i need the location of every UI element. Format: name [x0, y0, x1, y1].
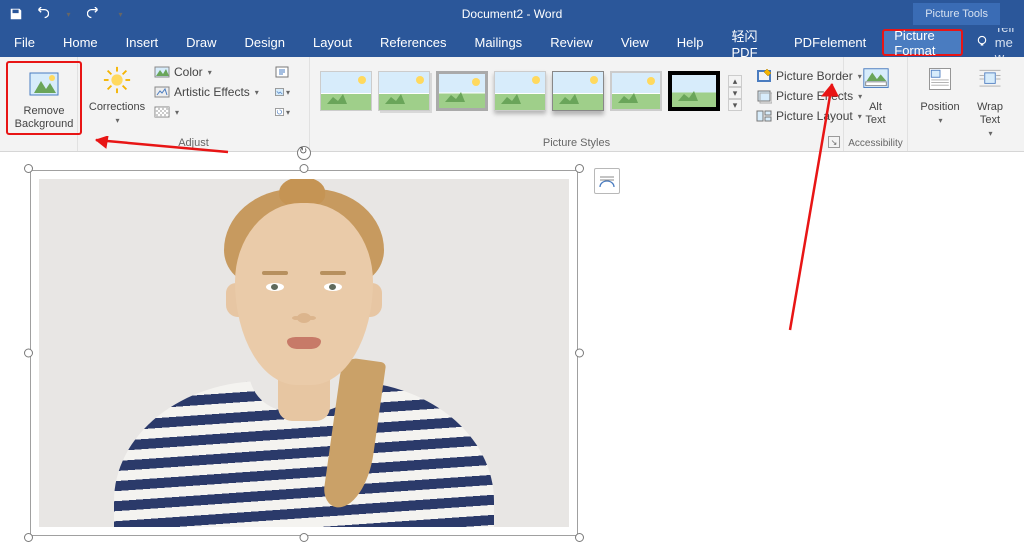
tab-view[interactable]: View — [607, 28, 663, 57]
quick-access-toolbar: ▾ ▾ — [0, 6, 128, 22]
context-tab-container: Picture Tools — [913, 0, 1000, 28]
brightness-icon — [101, 65, 133, 97]
undo-dropdown-icon[interactable]: ▾ — [60, 6, 76, 22]
style-thumb-3[interactable] — [436, 71, 488, 111]
chevron-down-icon: ▾ — [937, 116, 942, 126]
group-arrange: Position ▾ Wrap Text ▾ — [908, 57, 1024, 151]
remove-background-label: Remove Background — [15, 105, 74, 131]
wrap-text-icon — [974, 65, 1006, 97]
color-label: Color — [174, 65, 203, 79]
resize-handle-bl[interactable] — [24, 533, 33, 542]
save-icon[interactable] — [8, 6, 24, 22]
tab-design[interactable]: Design — [231, 28, 299, 57]
reset-picture-icon[interactable]: ▾ — [274, 104, 290, 120]
picture-tools-label: Picture Tools — [913, 3, 1000, 25]
resize-handle-bm[interactable] — [300, 533, 309, 542]
chevron-down-icon: ▾ — [114, 116, 119, 126]
style-thumb-1[interactable] — [320, 71, 372, 111]
highlight-remove-background: Remove Background — [6, 61, 82, 135]
resize-handle-mr[interactable] — [575, 349, 584, 358]
remove-background-icon — [28, 69, 60, 101]
resize-handle-tr[interactable] — [575, 164, 584, 173]
resize-handle-br[interactable] — [575, 533, 584, 542]
position-icon — [924, 65, 956, 97]
style-thumb-6[interactable] — [610, 71, 662, 111]
resize-handle-ml[interactable] — [24, 349, 33, 358]
style-thumb-7[interactable] — [668, 71, 720, 111]
tab-mailings[interactable]: Mailings — [461, 28, 537, 57]
tab-layout[interactable]: Layout — [299, 28, 366, 57]
tab-qspdf[interactable]: 轻闪PDF — [718, 28, 781, 57]
document-title: Document2 - Word — [462, 7, 562, 21]
transparency-button[interactable]: ▾ — [150, 103, 274, 121]
chevron-down-icon: ▾ — [285, 88, 290, 97]
tab-file[interactable]: File — [0, 28, 49, 57]
tab-references[interactable]: References — [366, 28, 460, 57]
remove-background-button[interactable]: Remove Background — [10, 65, 78, 131]
style-thumb-2[interactable] — [378, 71, 430, 111]
chevron-down-icon: ▾ — [254, 88, 259, 97]
artistic-effects-label: Artistic Effects — [174, 85, 250, 99]
group-remove-background: Remove Background — [0, 57, 78, 151]
lightbulb-icon — [975, 34, 989, 51]
annotation-arrow-2 — [716, 70, 916, 340]
chevron-down-icon: ▾ — [174, 108, 179, 117]
tab-picture-format[interactable]: Picture Format — [882, 29, 963, 56]
picture-styles-gallery: ▴ ▾ ▾ — [316, 65, 746, 117]
style-thumb-5[interactable] — [552, 71, 604, 111]
wrap-text-button[interactable]: Wrap Text ▾ — [966, 61, 1014, 139]
position-label: Position — [920, 101, 959, 114]
selected-picture[interactable] — [24, 164, 584, 542]
ribbon-tabs: File Home Insert Draw Design Layout Refe… — [0, 28, 1024, 57]
color-icon — [154, 64, 170, 80]
annotation-arrow-1 — [78, 136, 238, 176]
redo-icon[interactable] — [86, 6, 102, 22]
compress-pictures-icon[interactable] — [274, 64, 290, 80]
transparency-icon — [154, 104, 170, 120]
color-button[interactable]: Color ▾ — [150, 63, 274, 81]
artistic-effects-button[interactable]: Artistic Effects ▾ — [150, 83, 274, 101]
title-bar: ▾ ▾ Document2 - Word Picture Tools — [0, 0, 1024, 28]
style-thumb-4[interactable] — [494, 71, 546, 111]
tab-review[interactable]: Review — [536, 28, 607, 57]
wrap-text-label: Wrap Text — [977, 101, 1003, 127]
chevron-down-icon: ▾ — [987, 129, 992, 139]
change-picture-icon[interactable]: ▾ — [274, 84, 290, 100]
selection-frame — [30, 170, 578, 536]
corrections-button[interactable]: Corrections ▾ — [84, 61, 150, 126]
chevron-down-icon: ▾ — [207, 68, 212, 77]
corrections-label: Corrections — [89, 101, 145, 114]
rotate-handle[interactable] — [297, 146, 311, 160]
layout-options-button[interactable] — [594, 168, 620, 194]
tab-insert[interactable]: Insert — [112, 28, 173, 57]
picture-content — [39, 179, 569, 527]
qat-customize-icon[interactable]: ▾ — [112, 6, 128, 22]
tab-picture-format-label: Picture Format — [894, 28, 951, 58]
resize-handle-tm[interactable] — [300, 164, 309, 173]
tab-pdfelement[interactable]: PDFelement — [780, 28, 880, 57]
tab-home[interactable]: Home — [49, 28, 112, 57]
tab-help[interactable]: Help — [663, 28, 718, 57]
artistic-effects-icon — [154, 84, 170, 100]
tab-draw[interactable]: Draw — [172, 28, 230, 57]
undo-icon[interactable] — [34, 6, 50, 22]
resize-handle-tl[interactable] — [24, 164, 33, 173]
chevron-down-icon: ▾ — [285, 108, 290, 117]
document-canvas[interactable] — [0, 152, 1024, 558]
position-button[interactable]: Position ▾ — [914, 61, 966, 126]
tell-me-search[interactable]: Tell me w — [965, 28, 1024, 57]
